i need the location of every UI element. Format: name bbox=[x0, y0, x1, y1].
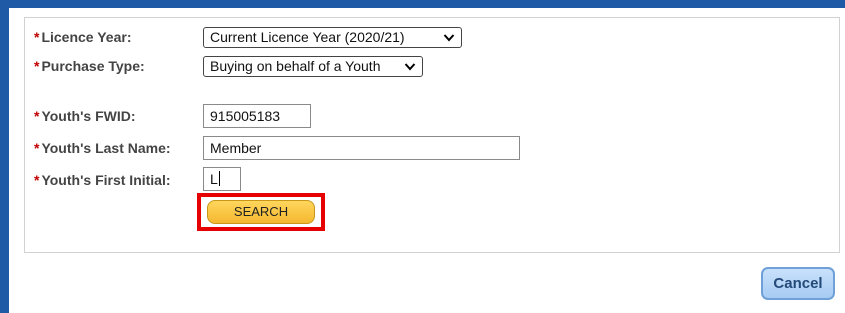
chevron-down-icon bbox=[404, 63, 416, 71]
required-marker: * bbox=[34, 58, 40, 74]
purchase-type-value: Buying on behalf of a Youth bbox=[210, 58, 381, 74]
text-cursor bbox=[218, 171, 220, 186]
youth-last-name-label: * Youth's Last Name: bbox=[34, 140, 171, 156]
youth-fwid-label: * Youth's FWID: bbox=[34, 108, 136, 124]
youth-last-name-value: Member bbox=[210, 140, 262, 156]
licence-year-label: * Licence Year: bbox=[34, 29, 132, 45]
licence-year-select[interactable]: Current Licence Year (2020/21) bbox=[203, 27, 462, 48]
required-marker: * bbox=[34, 140, 40, 156]
cancel-button[interactable]: Cancel bbox=[761, 267, 835, 300]
required-marker: * bbox=[34, 29, 40, 45]
licence-year-value: Current Licence Year (2020/21) bbox=[210, 29, 405, 45]
search-button[interactable]: SEARCH bbox=[207, 200, 315, 224]
youth-first-initial-input[interactable]: L bbox=[203, 167, 241, 191]
youth-fwid-value: 915005183 bbox=[210, 108, 281, 124]
top-border bbox=[0, 0, 845, 8]
purchase-type-select[interactable]: Buying on behalf of a Youth bbox=[203, 56, 423, 77]
required-marker: * bbox=[34, 172, 40, 188]
youth-last-name-input[interactable]: Member bbox=[203, 136, 520, 160]
purchase-form-panel bbox=[24, 17, 840, 253]
youth-first-initial-label: * Youth's First Initial: bbox=[34, 172, 171, 188]
youth-fwid-input[interactable]: 915005183 bbox=[203, 104, 311, 128]
left-border bbox=[0, 0, 9, 313]
required-marker: * bbox=[34, 108, 40, 124]
purchase-type-label: * Purchase Type: bbox=[34, 58, 145, 74]
chevron-down-icon bbox=[443, 34, 455, 42]
youth-first-initial-value: L bbox=[210, 171, 218, 187]
